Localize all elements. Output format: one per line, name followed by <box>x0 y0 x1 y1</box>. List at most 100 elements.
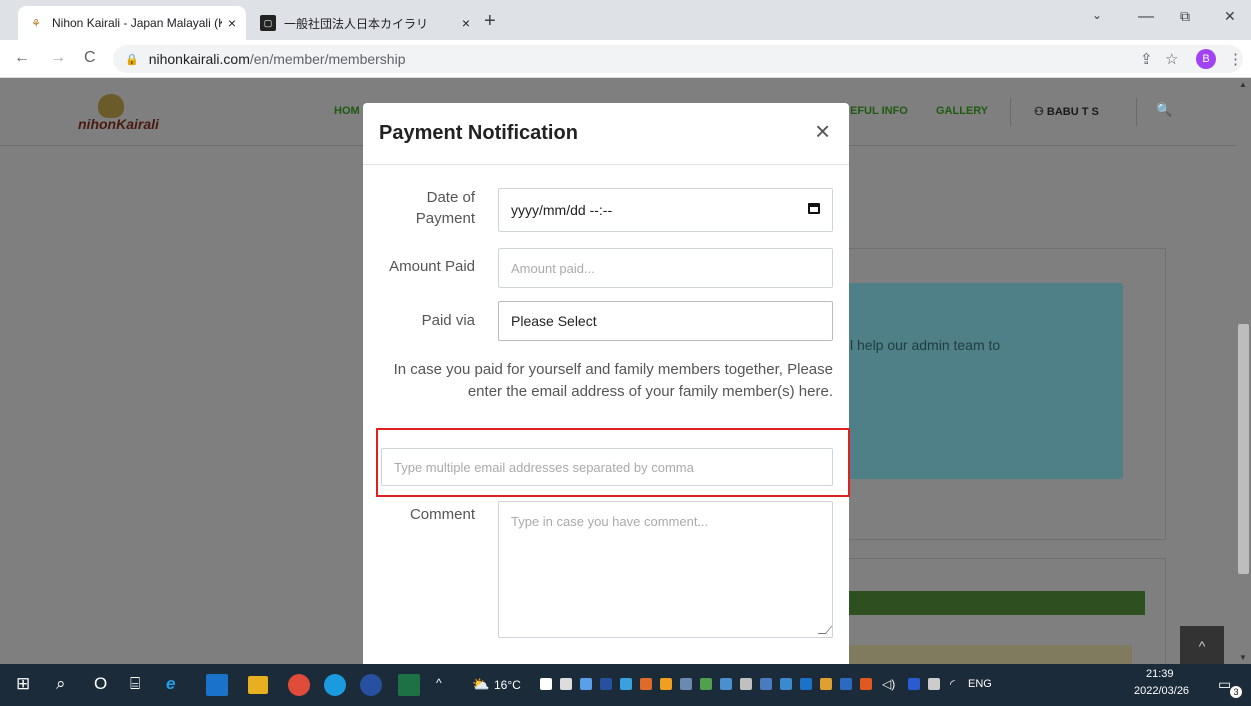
chrome-icon[interactable] <box>288 674 310 696</box>
tray-app-icon-12[interactable] <box>860 678 872 690</box>
tray-expand-chevron-icon[interactable]: ^ <box>436 676 442 690</box>
amount-paid-input[interactable]: Amount paid... <box>498 248 833 288</box>
webex-icon[interactable] <box>360 674 382 696</box>
page-scrollbar[interactable]: ▲ ▼ <box>1236 78 1251 664</box>
nav-divider <box>1010 98 1011 126</box>
address-bar-row: ← → C 🔒 nihonkairali.com/en/member/membe… <box>0 40 1251 78</box>
weather-temp[interactable]: 16°C <box>494 678 521 692</box>
family-members-note: In case you paid for yourself and family… <box>393 361 833 400</box>
comment-textarea[interactable]: Type in case you have comment... <box>498 501 833 638</box>
url-host: nihonkairali.com <box>148 51 250 67</box>
tray-app-icon-3[interactable] <box>660 678 672 690</box>
tray-app-icon-5[interactable] <box>700 678 712 690</box>
date-of-payment-label: Date of Payment <box>415 189 475 227</box>
tab-close-button[interactable]: × <box>462 15 470 31</box>
profile-avatar[interactable]: B <box>1196 49 1216 69</box>
scrollbar-thumb[interactable] <box>1238 324 1249 574</box>
tray-cloud-icon[interactable] <box>620 678 632 690</box>
reload-button[interactable]: C <box>84 49 96 67</box>
tab-close-button[interactable]: × <box>228 15 236 31</box>
tray-app-icon-10[interactable] <box>820 678 832 690</box>
outlook-icon[interactable] <box>206 674 228 696</box>
paid-via-label: Paid via <box>421 312 475 329</box>
date-value: yyyy/mm/dd --:-- <box>511 202 613 218</box>
cortana-icon[interactable]: O <box>94 674 107 694</box>
nav-useful-info-link[interactable]: EFUL INFO <box>850 105 908 117</box>
windows-taskbar: ⊞ ⌕ O ⌸ e ^ ⛅ 16°C ◁) ◜ ENG 21:39 2022/0… <box>0 664 1251 706</box>
tray-network-app-icon[interactable] <box>580 678 592 690</box>
url-path: /en/member/membership <box>249 51 406 67</box>
paid-via-select[interactable]: Please Select <box>498 301 833 341</box>
scroll-down-arrow-icon[interactable]: ▼ <box>1239 653 1247 662</box>
comment-placeholder: Type in case you have comment... <box>511 514 709 529</box>
windows-start-icon[interactable]: ⊞ <box>16 674 30 694</box>
tab-search-button[interactable]: ⌄ <box>1092 8 1102 22</box>
modal-header: Payment Notification × <box>363 103 849 165</box>
square-logo-icon: ▢ <box>260 15 276 31</box>
tray-app-icon-7[interactable] <box>760 678 772 690</box>
excel-icon[interactable] <box>398 674 420 696</box>
close-window-button[interactable]: ✕ <box>1224 8 1236 25</box>
scroll-to-top-button[interactable]: ^ <box>1180 626 1224 664</box>
maximize-button[interactable]: ⧉ <box>1180 8 1190 25</box>
file-explorer-icon[interactable] <box>248 676 268 694</box>
url-input[interactable]: 🔒 nihonkairali.com/en/member/membership <box>113 45 1243 73</box>
modal-title: Payment Notification <box>379 122 578 144</box>
tray-app-icon-8[interactable] <box>780 678 792 690</box>
logo-emblem-icon <box>98 94 124 118</box>
nav-gallery-link[interactable]: GALLERY <box>936 105 988 117</box>
scroll-up-arrow-icon[interactable]: ▲ <box>1239 80 1247 89</box>
resize-handle-icon[interactable] <box>817 626 833 634</box>
tab-title: 一般社団法人日本カイラリ <box>284 16 429 31</box>
site-logo[interactable]: nihonKairali <box>78 94 170 134</box>
date-of-payment-input[interactable]: yyyy/mm/dd --:-- <box>498 188 833 232</box>
notification-count-badge: 3 <box>1230 686 1242 698</box>
tray-app-icon-11[interactable] <box>840 678 852 690</box>
amount-paid-label: Amount Paid <box>389 258 475 275</box>
tray-app-icon-4[interactable] <box>680 678 692 690</box>
taskbar-search-icon[interactable]: ⌕ <box>56 674 66 694</box>
tray-app-icon-2[interactable] <box>640 678 652 690</box>
warning-bar <box>848 645 1132 664</box>
calendar-icon[interactable] <box>808 203 820 214</box>
new-tab-button[interactable]: + <box>484 10 496 33</box>
tray-usb-icon[interactable] <box>740 678 752 690</box>
tray-word-icon[interactable] <box>908 678 920 690</box>
tray-app-icon-9[interactable] <box>800 678 812 690</box>
tray-battery-icon[interactable] <box>928 678 940 690</box>
tab-japan-kairali[interactable]: ▢ 一般社団法人日本カイラリ × <box>250 6 480 40</box>
payment-notification-modal: Payment Notification × Date of Payment y… <box>363 103 849 664</box>
language-indicator[interactable]: ENG <box>968 678 992 690</box>
forward-button[interactable]: → <box>50 49 66 67</box>
tab-title: Nihon Kairali - Japan Malayali (Ke <box>52 16 222 30</box>
back-button[interactable]: ← <box>14 49 30 67</box>
nav-divider <box>1136 98 1137 126</box>
tray-app-icon-6[interactable] <box>720 678 732 690</box>
search-icon[interactable]: 🔍 <box>1156 102 1172 118</box>
kairali-logo-icon: ⚘ <box>31 17 41 30</box>
task-view-icon[interactable]: ⌸ <box>130 674 140 694</box>
logo-text: nihonKairali <box>78 116 159 132</box>
clock-time[interactable]: 21:39 <box>1146 668 1174 680</box>
bookmark-star-icon[interactable]: ☆ <box>1165 50 1178 68</box>
internet-explorer-icon[interactable]: e <box>166 674 175 694</box>
wifi-icon[interactable]: ◜ <box>950 677 955 691</box>
tray-mail-icon[interactable] <box>560 678 572 690</box>
modal-close-button[interactable]: × <box>815 118 830 144</box>
info-notice-text: l help our admin team to <box>850 337 1001 353</box>
nav-user-menu[interactable]: ⚇ BABU T S <box>1034 105 1099 118</box>
tab-bar: ⚘ Nihon Kairali - Japan Malayali (Ke × ▢… <box>0 0 1251 40</box>
weather-icon: ⛅ <box>472 676 490 692</box>
user-icon: ⚇ <box>1034 106 1047 118</box>
speaker-icon[interactable]: ◁) <box>882 677 895 691</box>
minimize-button[interactable]: — <box>1138 8 1154 26</box>
tray-webex-icon[interactable] <box>600 678 612 690</box>
share-icon[interactable]: ⇪ <box>1140 50 1153 68</box>
browser-menu-icon[interactable]: ⋮ <box>1228 50 1243 68</box>
clock-date[interactable]: 2022/03/26 <box>1134 685 1189 697</box>
tray-app-icon[interactable] <box>540 678 552 690</box>
tab-nihon-kairali[interactable]: ⚘ Nihon Kairali - Japan Malayali (Ke × <box>18 6 246 40</box>
lock-icon: 🔒 <box>125 53 139 66</box>
nav-home-link[interactable]: HOM <box>334 105 360 117</box>
edge-icon[interactable] <box>324 674 346 696</box>
